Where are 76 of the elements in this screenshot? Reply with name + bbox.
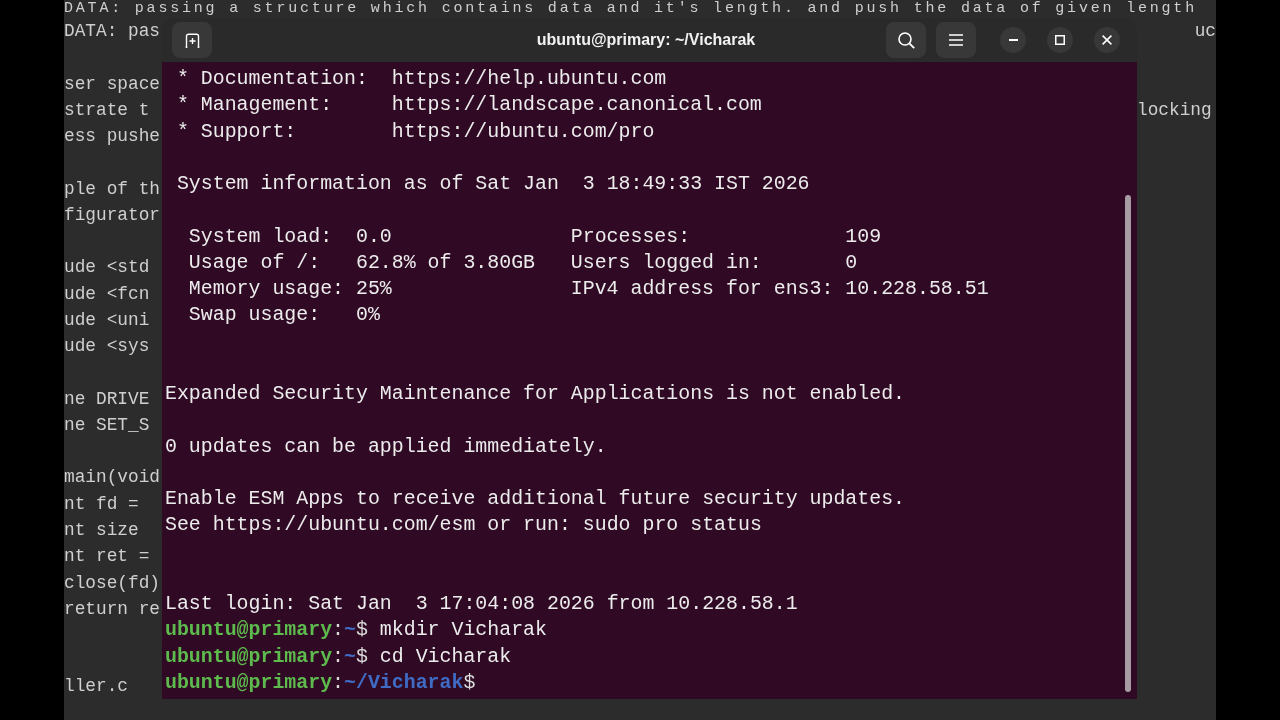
sysinfo-value: 0 <box>845 249 858 276</box>
editor-code-line: strate t <box>64 98 150 122</box>
command-text: mkdir Vicharak <box>379 617 547 644</box>
editor-code-line: nt ret = <box>64 545 150 569</box>
sysinfo-label: System load: <box>188 223 333 250</box>
editor-code-line: locking <box>1137 98 1212 122</box>
sysinfo-label: Users logged in: <box>570 249 762 276</box>
prompt-separator: : <box>332 643 345 670</box>
editor-code-line: ne DRIVE <box>64 387 150 411</box>
sysinfo-label: Memory usage: <box>188 276 345 303</box>
editor-code-line: DATA: pas <box>64 20 161 43</box>
motd-label: * Documentation: <box>176 66 368 92</box>
motd-url: https://landscape.canonical.com <box>391 92 762 119</box>
sysinfo-value: 10.228.58.51 <box>845 276 989 303</box>
new-tab-icon <box>184 32 200 48</box>
editor-code-line: close(fd) <box>64 571 161 595</box>
menu-button[interactable] <box>936 22 976 58</box>
terminal-output-line: See https://ubuntu.com/esm or run: sudo pro status <box>165 512 762 539</box>
prompt-symbol: $ <box>356 643 368 670</box>
editor-code-line: ser space <box>64 72 161 96</box>
editor-code-line: ess pushe <box>64 125 161 149</box>
prompt-path: ~/Vicharak <box>344 670 464 696</box>
search-button[interactable] <box>886 22 926 58</box>
maximize-icon <box>1055 35 1065 45</box>
prompt-path: ~ <box>344 643 356 670</box>
new-tab-button[interactable] <box>172 22 212 58</box>
prompt-path: ~ <box>344 617 356 644</box>
prompt-symbol: $ <box>463 670 476 696</box>
editor-code-line: nt size <box>64 518 139 542</box>
scrollbar-thumb[interactable] <box>1125 195 1131 692</box>
editor-code-line: ude <sys <box>64 335 150 359</box>
editor-code-line: ude <fcn <box>64 282 150 306</box>
sysinfo-value: 62.8% of 3.80GB <box>355 249 535 276</box>
sysinfo-value: 25% <box>355 276 392 303</box>
sysinfo-label: Usage of /: <box>188 249 321 276</box>
motd-label: * Support: <box>176 118 297 145</box>
maximize-button[interactable] <box>1047 27 1073 53</box>
terminal-output-line: Expanded Security Maintenance for Applications is not enabled. <box>165 381 906 408</box>
sysinfo-value: 0.0 <box>355 223 392 250</box>
terminal-output-line: 0 updates can be applied immediately. <box>165 433 607 460</box>
prompt-user-host: ubuntu@primary <box>165 617 333 644</box>
editor-code-line: figurator <box>64 203 161 227</box>
editor-code-line: ude <std <box>64 256 150 280</box>
prompt-symbol: $ <box>356 617 368 644</box>
prompt-user-host: ubuntu@primary <box>165 643 333 670</box>
editor-code-line: DATA: passing a structure which contains data and it's length. and push the data of given length <box>64 0 1197 18</box>
menu-icon <box>949 34 963 46</box>
editor-code-line: ne SET_S <box>64 413 150 437</box>
editor-code-line: main(void <box>64 466 161 490</box>
editor-code-line: return re <box>64 597 161 621</box>
motd-label: * Management: <box>176 92 333 119</box>
editor-code-line: ude <uni <box>64 308 150 332</box>
sysinfo-label: Processes: <box>570 223 691 250</box>
terminal-output-line: Last login: Sat Jan 3 17:04:08 2026 from 10.228.58.1 <box>165 591 798 618</box>
editor-code-line: ple of th <box>64 177 161 201</box>
editor-code-line: uc <box>1194 20 1216 43</box>
terminal-output-line: Enable ESM Apps to receive additional future security updates. <box>165 486 906 513</box>
minimize-icon <box>1008 39 1018 41</box>
prompt-user-host: ubuntu@primary <box>165 670 333 696</box>
sysinfo-value: 109 <box>845 223 882 250</box>
search-icon <box>897 31 915 49</box>
sysinfo-label: IPv4 address for ens3: <box>570 276 834 303</box>
prompt-separator: : <box>332 670 345 696</box>
sysinfo-value: 0% <box>355 302 380 329</box>
close-icon <box>1102 35 1112 45</box>
window-title: ubuntu@primary: ~/Vicharak <box>536 30 756 50</box>
terminal-output-line: System information as of Sat Jan 3 18:49:33 IST 2026 <box>176 171 810 198</box>
motd-url: https://help.ubuntu.com <box>391 66 667 92</box>
prompt-separator: : <box>332 617 345 644</box>
sysinfo-label: Swap usage: <box>188 302 321 329</box>
editor-code-line: ller.c <box>64 674 129 698</box>
close-button[interactable] <box>1094 27 1120 53</box>
motd-url: https://ubuntu.com/pro <box>391 118 655 145</box>
command-text: cd Vicharak <box>379 643 512 670</box>
editor-code-line: nt fd = <box>64 492 139 516</box>
minimize-button[interactable] <box>1000 27 1026 53</box>
